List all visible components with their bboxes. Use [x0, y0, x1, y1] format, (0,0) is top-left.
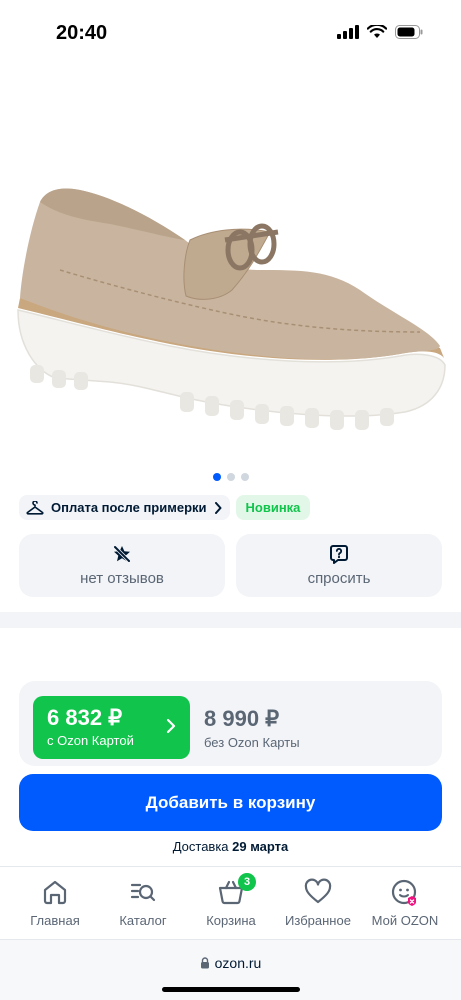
cart-count-badge: 3: [238, 873, 256, 891]
chevron-right-icon: [214, 501, 222, 514]
tab-my-ozon[interactable]: Мой OZON: [359, 877, 451, 928]
hanger-icon: [26, 500, 44, 515]
battery-icon: [395, 25, 423, 39]
url-field[interactable]: ozon.ru: [0, 955, 461, 971]
regular-price: 8 990 ₽ без Ozon Карты: [204, 706, 300, 750]
ozon-card-price-button[interactable]: 6 832 ₽ с Ozon Картой: [33, 696, 190, 759]
payment-after-fitting-label: Оплата после примерки: [51, 500, 207, 515]
ozon-card-price: 6 832 ₽: [47, 705, 123, 730]
tab-catalog[interactable]: Каталог: [97, 877, 189, 928]
tab-label: Главная: [30, 913, 80, 928]
reviews-button[interactable]: нет отзывов: [19, 534, 225, 597]
tab-label: Избранное: [285, 913, 351, 928]
tab-favorites[interactable]: Избранное: [272, 877, 364, 928]
ask-label: спросить: [307, 570, 371, 587]
price-block: 6 832 ₽ с Ozon Картой 8 990 ₽ без Ozon К…: [19, 681, 442, 766]
delivery-prefix: Доставка: [172, 839, 229, 854]
catalog-search-icon: [130, 883, 156, 902]
tab-label: Каталог: [119, 913, 167, 928]
tab-label: Корзина: [206, 913, 256, 928]
question-chat-icon: [330, 545, 348, 564]
badges-row: Оплата после примерки Новинка: [19, 495, 311, 520]
carousel-dot[interactable]: [240, 473, 249, 481]
payment-after-fitting-badge[interactable]: Оплата после примерки: [19, 495, 230, 520]
lock-icon: [200, 957, 209, 969]
no-reviews-star-icon: [113, 545, 131, 563]
tab-label: Мой OZON: [371, 913, 439, 928]
bottom-tab-bar: Главная Каталог 3 Корзина Избранное Мой …: [0, 866, 461, 939]
new-badge: Новинка: [235, 495, 311, 520]
chevron-right-icon: [166, 718, 176, 734]
heart-icon: [304, 878, 332, 904]
reviews-label: нет отзывов: [80, 570, 164, 587]
delivery-info: Доставка 29 марта: [0, 839, 461, 854]
carousel-dot[interactable]: [212, 473, 221, 481]
section-divider: [0, 612, 461, 628]
cellular-signal-icon: [337, 25, 359, 39]
wifi-icon: [367, 25, 387, 38]
home-icon: [43, 880, 67, 905]
ozon-card-price-label: с Ozon Картой: [47, 733, 134, 748]
product-image[interactable]: [0, 120, 461, 440]
status-bar: 20:40: [0, 0, 461, 66]
add-to-cart-button[interactable]: Добавить в корзину: [19, 774, 442, 831]
tab-cart[interactable]: 3 Корзина: [185, 873, 277, 928]
tab-home[interactable]: Главная: [9, 877, 101, 928]
home-indicator: [162, 987, 300, 992]
basket-icon-wrap: 3: [216, 873, 256, 907]
status-time: 20:40: [56, 22, 108, 44]
ask-question-button[interactable]: спросить: [236, 534, 442, 597]
loafer-illustration: [17, 188, 446, 430]
profile-face-icon: [391, 879, 417, 906]
carousel-dots: [0, 473, 461, 481]
regular-price-amount: 8 990 ₽: [204, 706, 280, 731]
carousel-dot[interactable]: [226, 473, 235, 481]
browser-url-bar: ozon.ru: [0, 939, 461, 1000]
status-icons: [337, 25, 423, 39]
delivery-date: 29 марта: [232, 839, 289, 854]
url-text: ozon.ru: [214, 955, 262, 971]
regular-price-label: без Ozon Карты: [204, 735, 300, 750]
